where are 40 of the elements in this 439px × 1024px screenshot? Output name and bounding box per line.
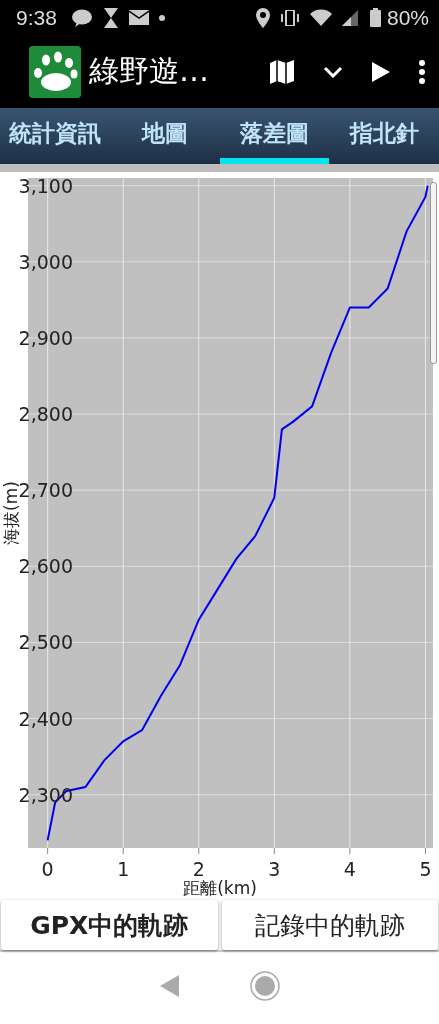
scrollbar[interactable] bbox=[430, 182, 437, 364]
x-tick-label: 5 bbox=[419, 858, 432, 880]
paw-logo-icon bbox=[29, 45, 81, 98]
y-tick-label: 2,900 bbox=[18, 326, 73, 349]
tab[interactable]: 指北針 bbox=[329, 108, 439, 164]
more-options-icon[interactable] bbox=[419, 59, 425, 84]
tab[interactable]: 地圖 bbox=[109, 108, 220, 164]
hourglass-icon bbox=[102, 7, 119, 28]
tab[interactable]: 落差圖 bbox=[219, 108, 330, 164]
y-axis-title: 海拔(m) bbox=[1, 481, 21, 545]
wifi-icon bbox=[309, 9, 332, 26]
x-tick-label: 4 bbox=[343, 858, 356, 880]
track-button[interactable]: GPX中的軌跡 bbox=[1, 900, 218, 950]
x-axis-title: 距離(km) bbox=[183, 878, 257, 898]
chat-bubble-icon bbox=[70, 8, 93, 27]
location-pin-icon bbox=[255, 7, 270, 28]
app-title: 綠野遊… bbox=[89, 52, 210, 90]
y-tick-label: 2,800 bbox=[18, 403, 73, 425]
y-tick-label: 2,400 bbox=[18, 707, 73, 730]
y-tick-label: 2,600 bbox=[18, 555, 73, 578]
tab[interactable]: 統計資訊 bbox=[0, 108, 110, 164]
x-tick-label: 1 bbox=[117, 858, 130, 880]
y-tick-label: 2,500 bbox=[18, 631, 73, 654]
x-tick-label: 3 bbox=[268, 858, 281, 880]
y-tick-label: 3,100 bbox=[18, 174, 73, 197]
play-icon[interactable] bbox=[371, 60, 391, 83]
clock: 9:38 bbox=[16, 5, 57, 30]
signal-icon bbox=[341, 9, 360, 26]
y-tick-label: 3,000 bbox=[18, 250, 73, 273]
battery-percent: 80% bbox=[386, 5, 429, 30]
mail-icon bbox=[128, 10, 149, 25]
battery-icon bbox=[369, 8, 381, 27]
dot-icon bbox=[158, 14, 165, 21]
y-tick-label: 2,700 bbox=[18, 479, 73, 502]
map-icon[interactable] bbox=[269, 58, 295, 85]
x-tick-label: 2 bbox=[192, 858, 205, 880]
x-tick-label: 0 bbox=[41, 858, 54, 880]
chevron-down-icon[interactable] bbox=[323, 65, 343, 78]
track-button[interactable]: 記錄中的軌跡 bbox=[221, 900, 438, 950]
vibrate-icon bbox=[279, 9, 300, 26]
